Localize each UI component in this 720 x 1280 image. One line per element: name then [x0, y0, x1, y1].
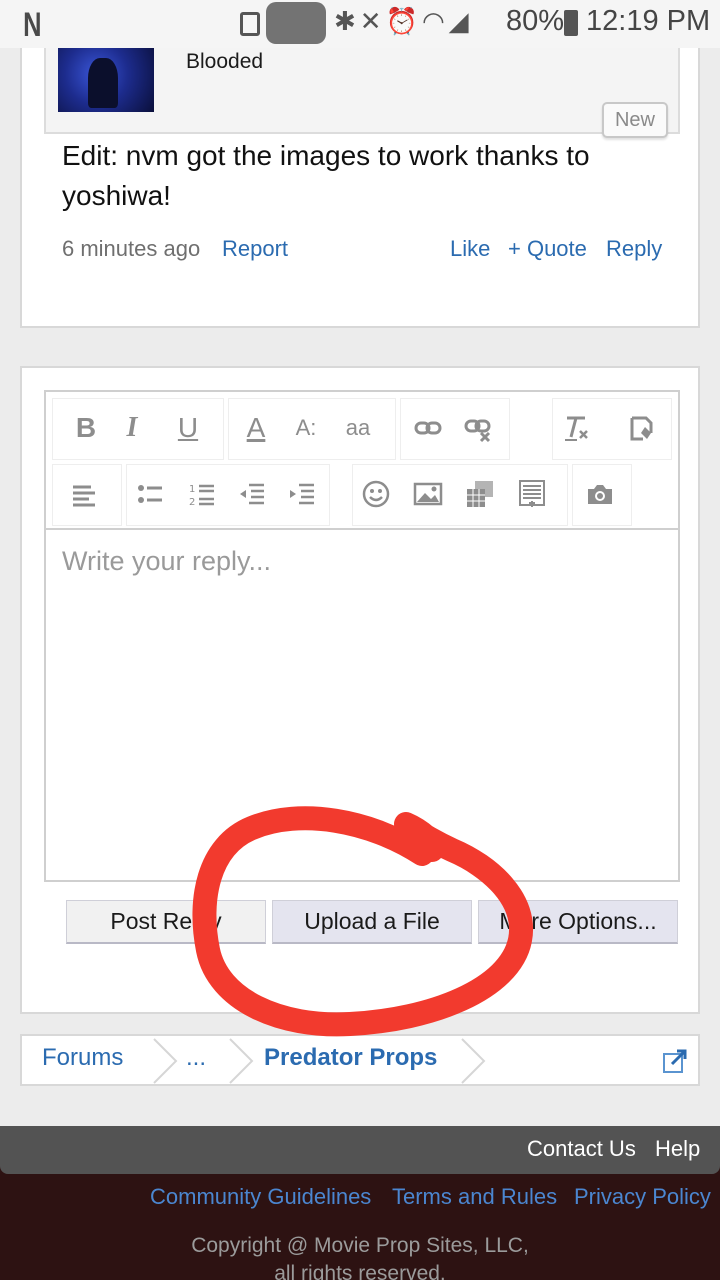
- report-link[interactable]: Report: [222, 236, 288, 262]
- chevron-right-icon: [229, 1038, 254, 1084]
- reply-link[interactable]: Reply: [606, 236, 662, 262]
- underline-icon[interactable]: U: [168, 408, 208, 448]
- indent-icon[interactable]: [282, 474, 322, 514]
- like-link[interactable]: Like: [450, 236, 490, 262]
- font-color-icon[interactable]: A: [236, 408, 276, 448]
- clock: 12:19 PM: [586, 5, 711, 37]
- lock-icon: [240, 12, 260, 36]
- footer-legal: Community Guidelines Terms and Rules Pri…: [0, 1174, 720, 1280]
- bulleted-list-icon[interactable]: [130, 474, 170, 514]
- link-icon[interactable]: [408, 408, 448, 448]
- breadcrumb-forums[interactable]: Forums: [42, 1044, 123, 1072]
- n-icon: N: [23, 6, 42, 44]
- redacted-notification: [266, 2, 326, 44]
- alarm-icon: ⏰: [385, 6, 422, 36]
- svg-text:2: 2: [189, 497, 195, 508]
- privacy-link[interactable]: Privacy Policy: [574, 1184, 711, 1210]
- numbered-list-icon[interactable]: 12: [182, 474, 222, 514]
- copyright-line-2: all rights reserved.: [274, 1262, 446, 1280]
- bluetooth-icon: ✱: [334, 6, 360, 36]
- contact-us-link[interactable]: Contact Us: [527, 1136, 636, 1162]
- attachment-thumbnail[interactable]: [58, 48, 154, 112]
- footer-nav: Contact Us Help: [0, 1126, 720, 1174]
- wifi-icon: ◠: [421, 6, 449, 36]
- chevron-right-icon: [461, 1038, 486, 1084]
- unlink-icon[interactable]: [458, 408, 498, 448]
- font-family-icon[interactable]: aa: [338, 408, 378, 448]
- bold-icon[interactable]: B: [66, 408, 106, 448]
- breadcrumb-current[interactable]: Predator Props: [264, 1044, 437, 1072]
- align-left-icon[interactable]: [64, 474, 104, 514]
- post-timestamp[interactable]: 6 minutes ago: [62, 236, 200, 262]
- mute-icon: ✕: [359, 6, 386, 36]
- rich-text-editor: B I U A A: aa 1 2 Write your reply...: [44, 390, 680, 882]
- jump-to-icon[interactable]: [662, 1048, 688, 1074]
- editor-toolbar: B I U A A: aa 1 2: [46, 392, 678, 530]
- attachment-preview[interactable]: Blooded: [44, 48, 680, 134]
- post-message: Edit: nvm got the images to work thanks …: [62, 140, 590, 211]
- font-size-icon[interactable]: A:: [286, 408, 326, 448]
- quote-link[interactable]: + Quote: [508, 236, 587, 262]
- image-icon[interactable]: [408, 474, 448, 514]
- post-reply-button[interactable]: Post Reply: [66, 900, 266, 944]
- reply-textarea[interactable]: Write your reply...: [62, 546, 662, 577]
- breadcrumb-ellipsis[interactable]: ...: [186, 1044, 206, 1072]
- status-icons: ✱✕⏰◠◢: [334, 6, 473, 37]
- more-options-button[interactable]: More Options...: [478, 900, 678, 944]
- code-icon[interactable]: [512, 474, 552, 514]
- svg-text:1: 1: [189, 484, 195, 495]
- reply-panel: B I U A A: aa 1 2 Write your reply... Po…: [20, 366, 700, 1014]
- signal-icon: ◢: [448, 6, 473, 36]
- camera-icon[interactable]: [580, 474, 620, 514]
- post-meta: 6 minutes ago Report Like + Quote Reply: [62, 236, 662, 266]
- status-bar: N ✱✕⏰◠◢ 80% 12:19 PM: [0, 0, 720, 48]
- help-link[interactable]: Help: [655, 1136, 700, 1162]
- upload-file-button[interactable]: Upload a File: [272, 900, 472, 944]
- smiley-icon[interactable]: [356, 474, 396, 514]
- undo-icon[interactable]: [620, 408, 660, 448]
- copyright-line-1: Copyright @ Movie Prop Sites, LLC,: [191, 1234, 529, 1257]
- italic-icon[interactable]: I: [112, 408, 152, 448]
- terms-link[interactable]: Terms and Rules: [392, 1184, 557, 1210]
- copyright: Copyright @ Movie Prop Sites, LLC, all r…: [0, 1232, 720, 1280]
- chevron-right-icon: [153, 1038, 178, 1084]
- post-card: Blooded New Edit: nvm got the images to …: [20, 48, 700, 328]
- outdent-icon[interactable]: [232, 474, 272, 514]
- battery-percent: 80%: [506, 5, 565, 37]
- remove-format-icon[interactable]: [556, 408, 596, 448]
- battery-icon: [564, 10, 578, 36]
- community-guidelines-link[interactable]: Community Guidelines: [150, 1184, 371, 1210]
- media-icon[interactable]: [460, 474, 500, 514]
- breadcrumb: Forums ... Predator Props: [20, 1034, 700, 1086]
- attachment-title: Blooded: [186, 50, 264, 73]
- new-badge: New: [602, 102, 668, 138]
